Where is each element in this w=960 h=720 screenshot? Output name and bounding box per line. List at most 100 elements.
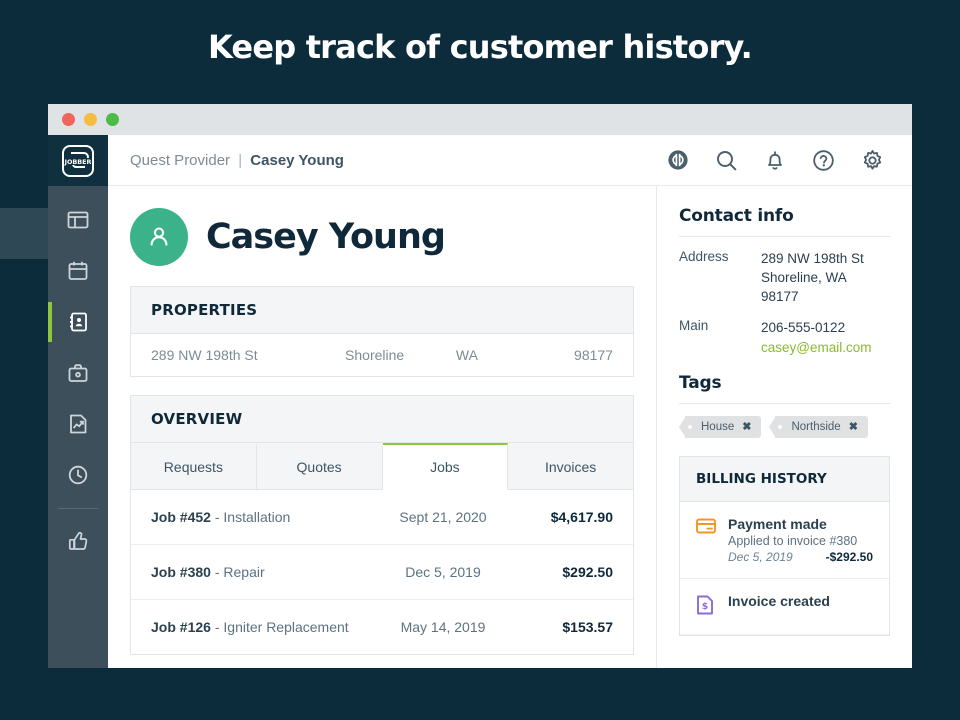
- job-amount: $292.50: [562, 564, 613, 580]
- billing-entry-footer: Dec 5, 2019 -$292.50: [728, 550, 873, 564]
- table-row[interactable]: 289 NW 198th St Shoreline WA 98177: [131, 334, 633, 376]
- billing-history-title: BILLING HISTORY: [680, 456, 889, 502]
- tag-chip[interactable]: House ✖: [678, 415, 762, 438]
- minimize-window-button[interactable]: [84, 113, 97, 126]
- contact-info-title: Contact info: [679, 206, 794, 226]
- sidebar-item-dashboard[interactable]: [48, 194, 108, 245]
- remove-tag-icon[interactable]: ✖: [742, 420, 751, 433]
- tag-label: House: [701, 420, 735, 433]
- dashboard-icon: [67, 211, 89, 228]
- maximize-window-button[interactable]: [106, 113, 119, 126]
- tab-quotes[interactable]: Quotes: [256, 443, 383, 490]
- sidebar-items: [48, 186, 108, 566]
- main-area: Quest Provider | Casey Young Casey Young…: [108, 135, 912, 668]
- close-window-button[interactable]: [62, 113, 75, 126]
- app-topbar: Quest Provider | Casey Young: [108, 135, 912, 186]
- right-sidebar: Contact info Address 289 NW 198th St Sho…: [657, 186, 912, 668]
- contacts-book-icon: [70, 312, 87, 331]
- property-city: Shoreline: [345, 347, 405, 363]
- properties-card: PROPERTIES 289 NW 198th St Shoreline WA …: [130, 286, 634, 377]
- job-title: Job #452 - Installation: [151, 509, 373, 525]
- job-id: Job #126: [151, 619, 211, 635]
- tags-rule: [679, 402, 890, 404]
- billing-history-card: BILLING HISTORY Payment made Applied to …: [679, 455, 890, 636]
- sidebar-item-timesheets[interactable]: [48, 449, 108, 500]
- app-window: JOBBER Quest Provider | Casey Young Case…: [48, 104, 912, 668]
- bell-icon[interactable]: [764, 149, 786, 172]
- billing-entry-title: Payment made: [728, 515, 827, 532]
- profile-header: Casey Young: [108, 186, 656, 286]
- tag-chip[interactable]: Northside ✖: [769, 415, 868, 438]
- promo-headline: Keep track of customer history.: [208, 28, 753, 66]
- address-row: Address 289 NW 198th St Shoreline, WA 98…: [679, 249, 890, 306]
- tag-label: Northside: [791, 420, 841, 433]
- job-amount: $153.57: [562, 619, 613, 635]
- main-value: 206-555-0122 casey@email.com: [761, 318, 872, 356]
- properties-title: PROPERTIES: [131, 287, 633, 334]
- address-label: Address: [679, 249, 729, 264]
- gear-icon[interactable]: [861, 149, 884, 172]
- address-line-2: Shoreline, WA: [761, 270, 847, 286]
- page-title: Casey Young: [206, 217, 446, 257]
- property-zip: 98177: [574, 347, 613, 363]
- property-street: 289 NW 198th St: [151, 347, 258, 363]
- person-icon: [150, 227, 168, 246]
- job-amount: $4,617.90: [550, 509, 613, 525]
- tags-list: House ✖ Northside ✖: [678, 415, 890, 438]
- job-desc: Repair: [223, 564, 265, 580]
- center-column: Casey Young PROPERTIES 289 NW 198th St S…: [108, 186, 657, 668]
- tag-hole-icon: [688, 424, 692, 429]
- main-contact-row: Main 206-555-0122 casey@email.com: [679, 318, 890, 356]
- thumbs-up-icon: [68, 531, 88, 550]
- help-icon[interactable]: [812, 149, 835, 172]
- billing-entry-subtitle: Applied to invoice #380: [728, 533, 858, 548]
- list-item[interactable]: Job #380 - Repair Dec 5, 2019 $292.50: [131, 545, 633, 600]
- credit-card-icon: [696, 516, 716, 564]
- list-item[interactable]: Payment made Applied to invoice #380 Dec…: [680, 502, 889, 579]
- breadcrumb-separator: |: [238, 151, 243, 169]
- email-link[interactable]: casey@email.com: [761, 338, 872, 357]
- breadcrumb-company[interactable]: Quest Provider: [130, 152, 230, 169]
- tab-invoices[interactable]: Invoices: [508, 443, 633, 490]
- sidebar-item-reports[interactable]: [48, 398, 108, 449]
- sidebar-item-feedback[interactable]: [48, 515, 108, 566]
- sidebar-item-clients[interactable]: [48, 296, 108, 347]
- property-state: WA: [455, 347, 478, 363]
- calendar-icon: [68, 261, 88, 280]
- address-line-1: 289 NW 198th St: [761, 251, 864, 266]
- billing-entry-body: Payment made Applied to invoice #380 Dec…: [728, 516, 873, 564]
- search-icon[interactable]: [715, 149, 738, 172]
- job-title: Job #380 - Repair: [151, 564, 373, 580]
- address-line-3: 98177: [761, 289, 799, 305]
- tags-title: Tags: [679, 372, 722, 393]
- jobber-logo[interactable]: JOBBER: [48, 135, 108, 186]
- remove-tag-icon[interactable]: ✖: [849, 420, 858, 433]
- main-label: Main: [679, 318, 709, 334]
- job-dash: -: [210, 509, 224, 525]
- list-item[interactable]: Job #452 - Installation Sept 21, 2020 $4…: [131, 490, 633, 545]
- content-area: Casey Young PROPERTIES 289 NW 198th St S…: [108, 186, 912, 668]
- list-item[interactable]: $ Invoice created: [680, 579, 889, 635]
- quickbooks-icon[interactable]: [667, 149, 689, 171]
- contact-info-rule: [679, 236, 890, 237]
- overview-tabs: Requests Quotes Jobs Invoices: [131, 443, 633, 490]
- sidebar-item-jobs[interactable]: [48, 347, 108, 398]
- job-date: May 14, 2019: [400, 619, 486, 635]
- job-dash: -: [210, 619, 224, 635]
- report-chart-icon: [70, 414, 87, 433]
- topbar-icons: [667, 149, 884, 172]
- job-date: Sept 21, 2020: [399, 509, 487, 525]
- phone-number[interactable]: 206-555-0122: [761, 318, 872, 337]
- tab-requests[interactable]: Requests: [131, 443, 257, 490]
- clock-icon: [68, 465, 88, 484]
- billing-entry-date: Dec 5, 2019: [728, 549, 793, 564]
- overview-title: OVERVIEW: [131, 396, 633, 443]
- list-item[interactable]: Job #126 - Igniter Replacement May 14, 2…: [131, 600, 633, 654]
- billing-entry-title: Invoice created: [728, 592, 830, 609]
- sidebar-item-schedule[interactable]: [48, 245, 108, 296]
- tab-jobs[interactable]: Jobs: [382, 443, 509, 490]
- tag-hole-icon: [778, 424, 783, 429]
- job-desc: Installation: [223, 509, 291, 525]
- address-value: 289 NW 198th St Shoreline, WA 98177: [761, 249, 864, 306]
- svg-text:$: $: [702, 602, 708, 612]
